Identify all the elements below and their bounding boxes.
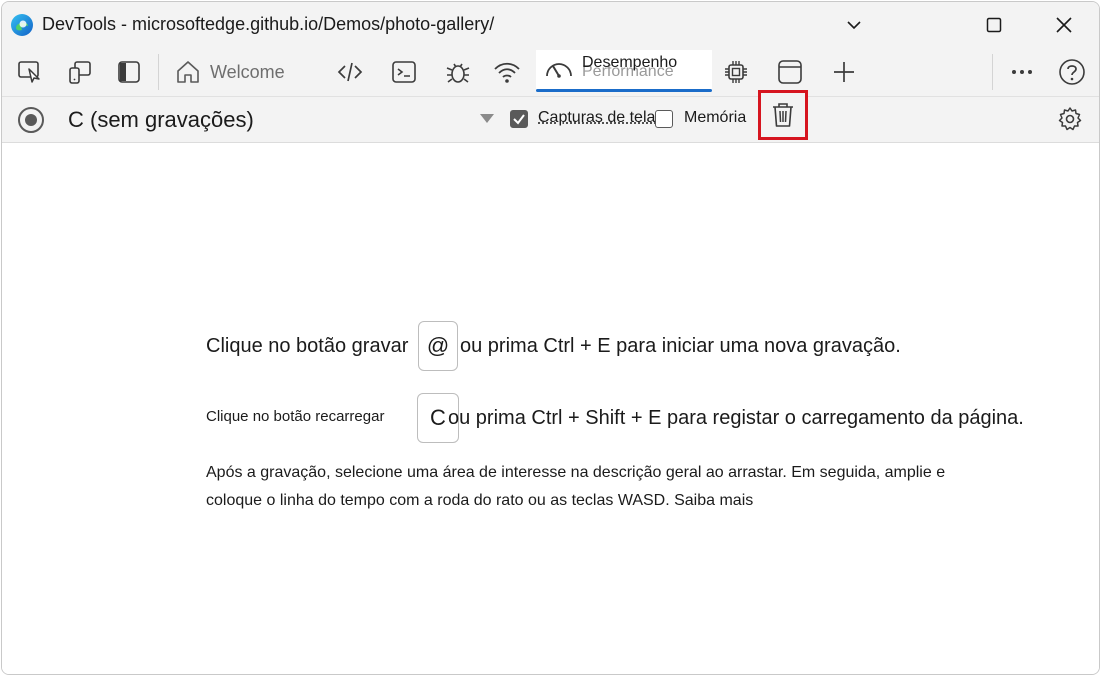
tab-sources[interactable] [442, 56, 474, 88]
plus-icon [831, 59, 857, 85]
wifi-icon [492, 58, 522, 86]
memory-checkbox[interactable] [655, 110, 673, 128]
dock-sidebar-icon [116, 59, 142, 85]
maximize-button[interactable] [972, 10, 1016, 40]
tab-welcome-label: Welcome [210, 61, 285, 82]
add-tool-button[interactable] [828, 56, 860, 88]
help-button[interactable] [1056, 56, 1088, 88]
tab-memory[interactable] [720, 56, 752, 88]
inspect-icon [17, 59, 43, 85]
maximize-icon [985, 16, 1003, 34]
more-icon [1009, 59, 1035, 85]
gauge-icon [544, 58, 574, 82]
chevron-down-icon [845, 16, 863, 34]
toolbar-divider [158, 54, 159, 90]
record-instruction-suffix: ou prima Ctrl + E para iniciar uma nova … [460, 335, 901, 357]
capture-settings-button[interactable] [1056, 105, 1084, 133]
record-key-button[interactable]: @ [418, 321, 458, 371]
recording-select[interactable]: C (sem gravações) [68, 107, 254, 133]
device-emulation-button[interactable] [64, 56, 96, 88]
close-button[interactable] [1042, 10, 1086, 40]
home-icon [174, 58, 202, 86]
console-icon [390, 58, 418, 86]
inspect-button[interactable] [14, 56, 46, 88]
tab-elements[interactable] [334, 56, 366, 88]
clear-recordings-button[interactable] [758, 90, 808, 140]
recording-help-paragraph: Após a gravação, selecione uma área de i… [206, 464, 946, 509]
minimize-chevron-button[interactable] [832, 10, 876, 40]
application-icon [776, 58, 804, 86]
close-icon [1055, 16, 1073, 34]
help-icon [1058, 58, 1086, 86]
screenshots-checkbox[interactable] [510, 110, 528, 128]
edge-logo-icon [10, 13, 34, 37]
chip-icon [722, 58, 750, 86]
tab-performance-label: Desempenho [582, 54, 678, 71]
tab-welcome[interactable]: Welcome [174, 54, 285, 90]
tab-performance[interactable]: Performance Desempenho [536, 50, 712, 92]
bug-icon [444, 58, 472, 86]
tab-console[interactable] [388, 56, 420, 88]
reload-instruction-suffix: ou prima Ctrl + Shift + E para registar … [448, 407, 1024, 429]
recording-dropdown-arrow[interactable] [480, 114, 494, 123]
record-icon [25, 114, 37, 126]
dock-sidebar-button[interactable] [113, 56, 145, 88]
gear-icon [1057, 106, 1083, 132]
window-title: DevTools - microsoftedge.github.io/Demos… [42, 14, 495, 34]
code-icon [336, 58, 364, 86]
screenshots-label: Capturas de tela [538, 109, 656, 126]
reload-instruction-prefix: Clique no botão recarregar [206, 408, 385, 425]
performance-landing: Clique no botão gravar @ ou prima Ctrl +… [2, 143, 1099, 674]
record-button[interactable] [18, 107, 44, 133]
more-options-button[interactable] [1006, 56, 1038, 88]
devtools-window: DevTools - microsoftedge.github.io/Demos… [1, 1, 1100, 675]
memory-label: Memória [684, 109, 747, 126]
performance-toolbar: C (sem gravações) Capturas de tela Memór… [2, 90, 1099, 143]
toolbar-divider [992, 54, 993, 90]
active-tab-indicator [536, 89, 712, 92]
trash-icon [770, 101, 796, 129]
title-bar: DevTools - microsoftedge.github.io/Demos… [2, 2, 1099, 48]
device-emulation-icon [67, 59, 93, 85]
devtools-tab-bar: Welcome Performance Desempenho [2, 48, 1099, 97]
tab-application[interactable] [774, 56, 806, 88]
record-instruction-prefix: Clique no botão gravar [206, 335, 409, 357]
tab-network[interactable] [491, 56, 523, 88]
